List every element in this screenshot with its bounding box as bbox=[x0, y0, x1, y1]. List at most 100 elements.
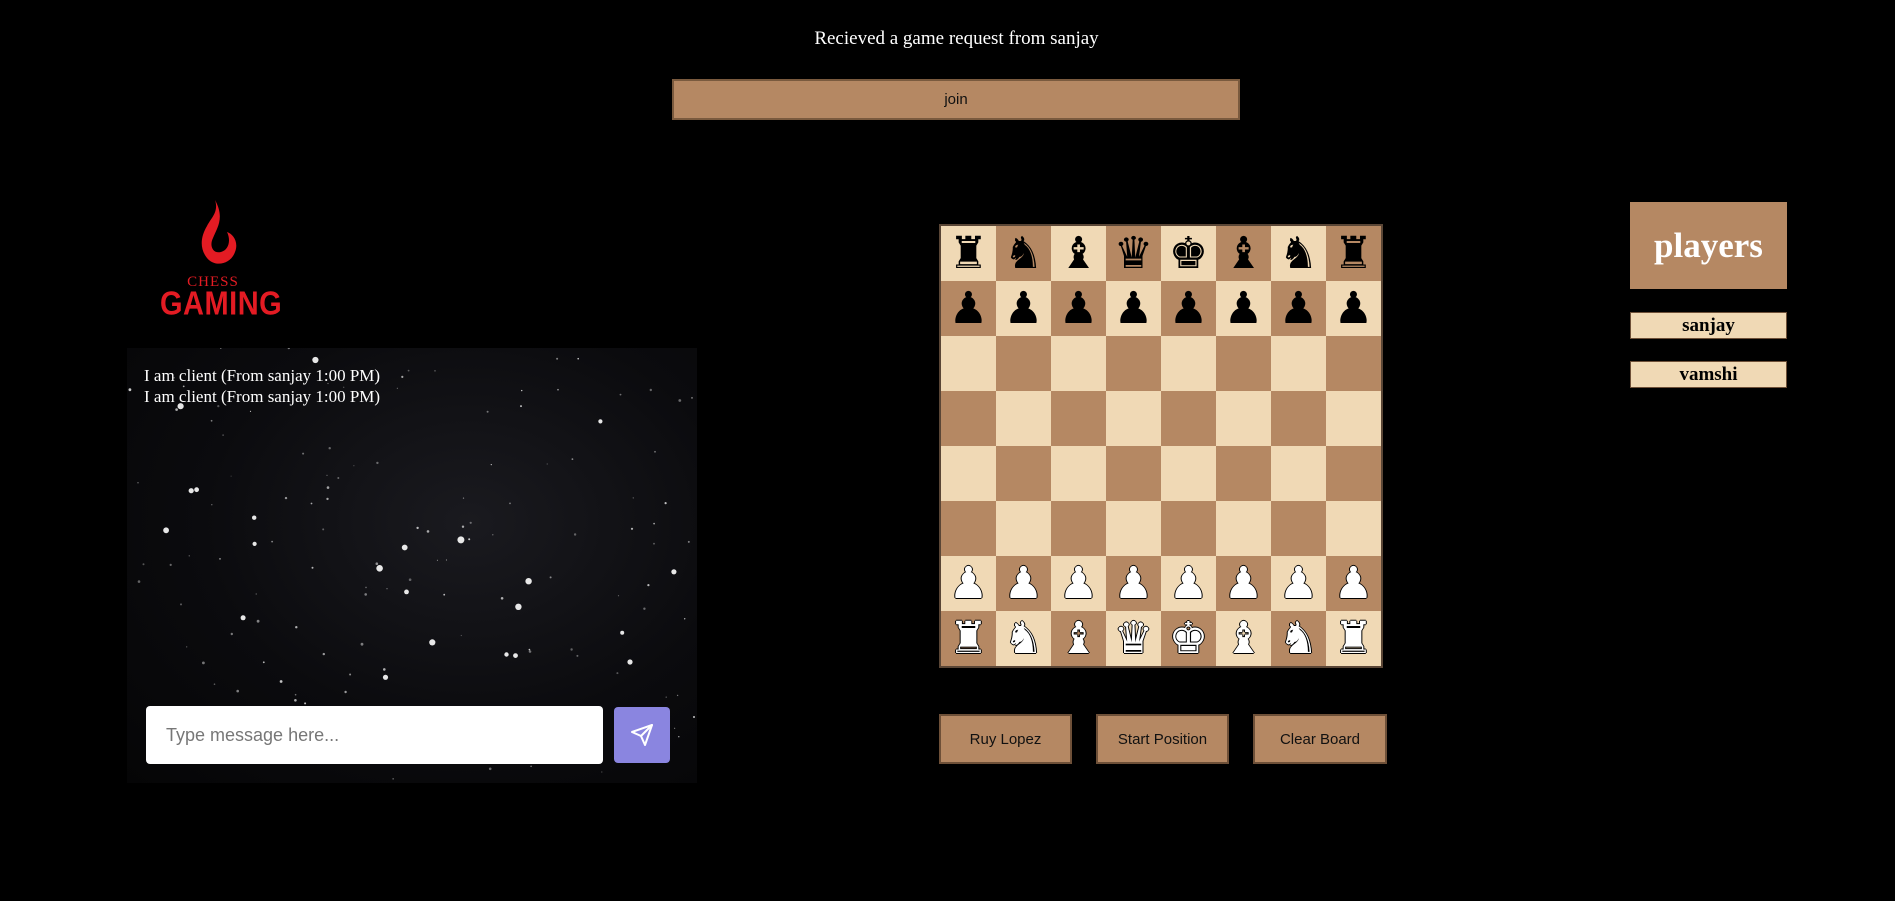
white-bishop-icon[interactable]: ♝ bbox=[1059, 616, 1098, 661]
send-button[interactable] bbox=[614, 707, 670, 763]
white-pawn-icon[interactable]: ♟ bbox=[1224, 561, 1263, 606]
board-square[interactable] bbox=[1271, 446, 1326, 501]
board-square[interactable] bbox=[1161, 446, 1216, 501]
black-pawn-icon[interactable]: ♟ bbox=[1004, 286, 1043, 331]
black-bishop-icon[interactable]: ♝ bbox=[1224, 231, 1263, 276]
board-square[interactable]: ♛ bbox=[1106, 226, 1161, 281]
board-square[interactable] bbox=[1216, 501, 1271, 556]
white-pawn-icon[interactable]: ♟ bbox=[1334, 561, 1373, 606]
board-square[interactable]: ♞ bbox=[1271, 611, 1326, 666]
white-rook-icon[interactable]: ♜ bbox=[949, 616, 988, 661]
board-square[interactable]: ♝ bbox=[1051, 611, 1106, 666]
board-square[interactable] bbox=[1271, 501, 1326, 556]
white-bishop-icon[interactable]: ♝ bbox=[1224, 616, 1263, 661]
ruy-lopez-button[interactable]: Ruy Lopez bbox=[939, 714, 1072, 764]
white-pawn-icon[interactable]: ♟ bbox=[1059, 561, 1098, 606]
white-knight-icon[interactable]: ♞ bbox=[1279, 616, 1318, 661]
message-input[interactable] bbox=[146, 706, 603, 764]
board-square[interactable]: ♝ bbox=[1216, 611, 1271, 666]
white-pawn-icon[interactable]: ♟ bbox=[1004, 561, 1043, 606]
board-square[interactable] bbox=[1106, 501, 1161, 556]
player-item-sanjay[interactable]: sanjay bbox=[1630, 312, 1787, 339]
board-square[interactable]: ♜ bbox=[941, 226, 996, 281]
black-pawn-icon[interactable]: ♟ bbox=[1169, 286, 1208, 331]
board-square[interactable] bbox=[1106, 391, 1161, 446]
board-square[interactable] bbox=[1326, 336, 1381, 391]
white-knight-icon[interactable]: ♞ bbox=[1004, 616, 1043, 661]
black-pawn-icon[interactable]: ♟ bbox=[949, 286, 988, 331]
board-square[interactable] bbox=[941, 501, 996, 556]
board-square[interactable] bbox=[1216, 391, 1271, 446]
board-square[interactable]: ♝ bbox=[1051, 226, 1106, 281]
board-square[interactable]: ♟ bbox=[1216, 556, 1271, 611]
board-square[interactable]: ♟ bbox=[1106, 281, 1161, 336]
board-square[interactable]: ♟ bbox=[1271, 556, 1326, 611]
black-pawn-icon[interactable]: ♟ bbox=[1224, 286, 1263, 331]
white-pawn-icon[interactable]: ♟ bbox=[1169, 561, 1208, 606]
board-square[interactable] bbox=[1051, 391, 1106, 446]
board-square[interactable] bbox=[1051, 336, 1106, 391]
board-square[interactable]: ♛ bbox=[1106, 611, 1161, 666]
black-bishop-icon[interactable]: ♝ bbox=[1059, 231, 1098, 276]
board-square[interactable] bbox=[1326, 446, 1381, 501]
join-button[interactable]: join bbox=[672, 79, 1240, 120]
board-square[interactable]: ♜ bbox=[1326, 226, 1381, 281]
board-square[interactable] bbox=[1326, 391, 1381, 446]
board-square[interactable] bbox=[1216, 336, 1271, 391]
board-square[interactable] bbox=[941, 336, 996, 391]
black-pawn-icon[interactable]: ♟ bbox=[1059, 286, 1098, 331]
black-pawn-icon[interactable]: ♟ bbox=[1114, 286, 1153, 331]
black-rook-icon[interactable]: ♜ bbox=[1334, 231, 1373, 276]
board-square[interactable] bbox=[1216, 446, 1271, 501]
board-square[interactable] bbox=[996, 446, 1051, 501]
board-square[interactable]: ♞ bbox=[996, 611, 1051, 666]
board-square[interactable]: ♝ bbox=[1216, 226, 1271, 281]
board-square[interactable]: ♟ bbox=[941, 281, 996, 336]
white-rook-icon[interactable]: ♜ bbox=[1334, 616, 1373, 661]
board-square[interactable] bbox=[1051, 446, 1106, 501]
white-pawn-icon[interactable]: ♟ bbox=[949, 561, 988, 606]
board-square[interactable] bbox=[941, 446, 996, 501]
board-square[interactable] bbox=[1271, 336, 1326, 391]
board-square[interactable]: ♟ bbox=[996, 556, 1051, 611]
start-position-button[interactable]: Start Position bbox=[1096, 714, 1229, 764]
board-square[interactable]: ♟ bbox=[1326, 281, 1381, 336]
board-square[interactable] bbox=[1161, 391, 1216, 446]
black-king-icon[interactable]: ♚ bbox=[1169, 231, 1208, 276]
black-pawn-icon[interactable]: ♟ bbox=[1334, 286, 1373, 331]
board-square[interactable]: ♟ bbox=[1216, 281, 1271, 336]
player-item-vamshi[interactable]: vamshi bbox=[1630, 361, 1787, 388]
white-queen-icon[interactable]: ♛ bbox=[1114, 616, 1153, 661]
chess-board[interactable]: ♜ ♞ ♝ ♛ ♚ ♝ ♞ ♜ ♟ ♟ ♟ ♟ ♟ ♟ ♟ ♟ ♟ ♟ ♟ ♟ ♟ ♟ ♟ ♟ ♜ ♞ ♝ ♛ ♚ ♝ ♞ ♜ bbox=[939, 224, 1383, 668]
board-square[interactable]: ♟ bbox=[941, 556, 996, 611]
board-square[interactable]: ♟ bbox=[1051, 556, 1106, 611]
board-square[interactable] bbox=[996, 336, 1051, 391]
board-square[interactable] bbox=[1106, 446, 1161, 501]
board-square[interactable]: ♟ bbox=[1271, 281, 1326, 336]
board-square[interactable] bbox=[1271, 391, 1326, 446]
board-square[interactable] bbox=[1051, 501, 1106, 556]
board-square[interactable] bbox=[996, 391, 1051, 446]
white-pawn-icon[interactable]: ♟ bbox=[1279, 561, 1318, 606]
black-knight-icon[interactable]: ♞ bbox=[1279, 231, 1318, 276]
board-square[interactable] bbox=[1161, 501, 1216, 556]
board-square[interactable]: ♟ bbox=[1106, 556, 1161, 611]
black-rook-icon[interactable]: ♜ bbox=[949, 231, 988, 276]
board-square[interactable]: ♜ bbox=[941, 611, 996, 666]
board-square[interactable] bbox=[996, 501, 1051, 556]
board-square[interactable]: ♟ bbox=[1161, 556, 1216, 611]
clear-board-button[interactable]: Clear Board bbox=[1253, 714, 1387, 764]
board-square[interactable] bbox=[941, 391, 996, 446]
board-square[interactable]: ♟ bbox=[1161, 281, 1216, 336]
board-square[interactable]: ♟ bbox=[1051, 281, 1106, 336]
board-square[interactable] bbox=[1326, 501, 1381, 556]
board-square[interactable]: ♜ bbox=[1326, 611, 1381, 666]
board-square[interactable] bbox=[1106, 336, 1161, 391]
board-square[interactable]: ♟ bbox=[1326, 556, 1381, 611]
board-square[interactable]: ♟ bbox=[996, 281, 1051, 336]
board-square[interactable]: ♞ bbox=[1271, 226, 1326, 281]
board-square[interactable]: ♚ bbox=[1161, 611, 1216, 666]
board-square[interactable]: ♚ bbox=[1161, 226, 1216, 281]
white-pawn-icon[interactable]: ♟ bbox=[1114, 561, 1153, 606]
board-square[interactable] bbox=[1161, 336, 1216, 391]
